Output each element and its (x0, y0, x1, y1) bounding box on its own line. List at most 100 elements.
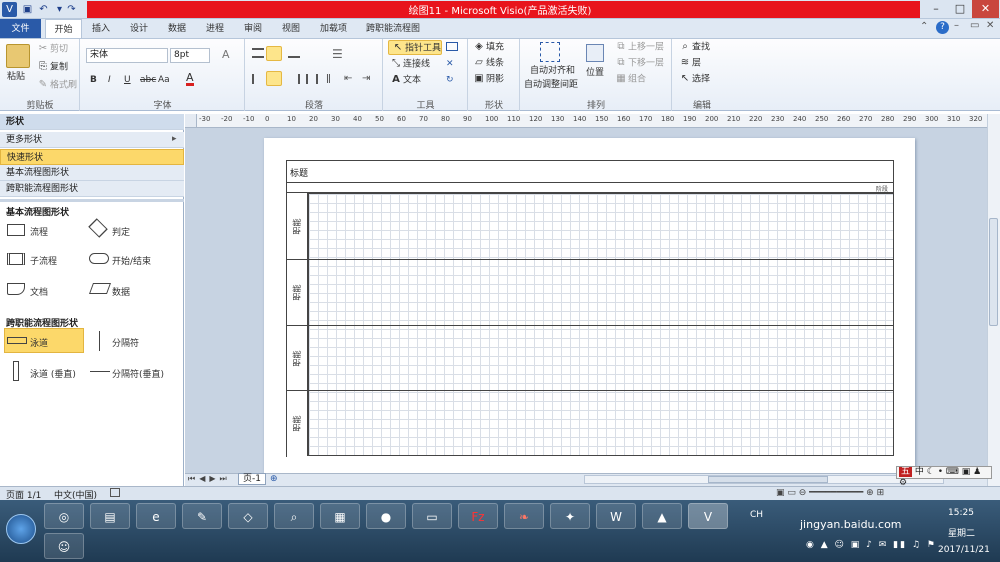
decision-shape-label[interactable]: 判定 (112, 225, 130, 238)
visio-taskbar-icon[interactable]: V (688, 503, 728, 529)
separator-shape-label[interactable]: 分隔符 (112, 336, 139, 349)
swimlane-vertical-shape-icon[interactable] (13, 361, 19, 381)
paste-label[interactable]: 粘贴 (7, 70, 25, 84)
maximize-button[interactable]: □ (948, 0, 972, 18)
strikethrough-button[interactable]: abc (140, 73, 156, 87)
connector-button[interactable]: ⤡ 连接线 (389, 57, 430, 72)
auto-space-label[interactable]: 自动调整间距 (524, 78, 578, 92)
decrease-indent-icon[interactable]: ⇤ (344, 72, 352, 86)
swimlane-shape-label[interactable]: 泳道 (30, 336, 48, 349)
zoom-controls[interactable]: ▣ ▭ ⊖ ━━━━━━━━━━ ⊕ ⊞ (776, 488, 988, 499)
tab-file[interactable]: 文件 (0, 19, 41, 39)
change-case-button[interactable]: Aa (158, 73, 170, 87)
lane-3-header[interactable]: 职能 (286, 325, 308, 390)
start-button[interactable] (6, 514, 36, 544)
find-button[interactable]: ⌕ 查找 (678, 40, 710, 55)
vertical-scroll-thumb[interactable] (989, 218, 998, 326)
horizontal-scroll-thumb[interactable] (708, 476, 828, 483)
grow-font-button[interactable]: A (222, 48, 230, 62)
align-top-icon[interactable] (252, 48, 264, 58)
clock-weekday[interactable]: 星期二 (948, 526, 975, 539)
quick-shapes-item[interactable]: 快速形状 (0, 149, 184, 165)
cross-functional-stencil[interactable]: 跨职能流程图形状 (0, 181, 184, 197)
taskbar-app-icon[interactable]: ✦ (550, 503, 590, 529)
search-tool-icon[interactable]: ⌕ (274, 503, 314, 529)
swimlane-shape-icon[interactable] (7, 337, 27, 344)
page-nav-icons[interactable]: ⏮◀▶⏭ (188, 474, 231, 484)
filezilla-icon[interactable]: Fz (458, 503, 498, 529)
text-tool-button[interactable]: A 文本 (389, 73, 421, 88)
bring-forward-button[interactable]: ⧉ 上移一层 (614, 40, 664, 55)
font-name-combo[interactable]: 宋体 (86, 48, 168, 63)
insert-page-icon[interactable]: ⊕ (270, 474, 278, 484)
remote-desktop-icon[interactable]: ▭ (412, 503, 452, 529)
format-painter-button[interactable]: ✎ 格式刷 (36, 78, 77, 93)
lane-2-header[interactable]: 职能 (286, 259, 308, 325)
pointer-tool-button[interactable]: ↖ 指针工具 (388, 40, 442, 55)
paint-icon[interactable]: ✎ (182, 503, 222, 529)
tab-design[interactable]: 设计 (122, 19, 156, 39)
bullets-icon[interactable]: ☰ (332, 47, 343, 61)
copy-button[interactable]: ⎘ 复制 (36, 60, 68, 75)
separator-shape-icon[interactable] (99, 331, 100, 351)
lane-1-header[interactable]: 职能 (286, 193, 308, 259)
taskbar-app-icon[interactable]: ☺ (44, 533, 84, 559)
macro-icon[interactable] (110, 488, 120, 497)
calculator-icon[interactable]: ▦ (320, 503, 360, 529)
shadow-button[interactable]: ▣ 阴影 (472, 72, 504, 87)
rectangle-tool-icon[interactable] (446, 42, 458, 51)
ribbon-minimize-icon[interactable]: ⌃ (920, 21, 928, 32)
position-label[interactable]: 位置 (586, 66, 604, 80)
select-button[interactable]: ↖ 选择 (678, 72, 710, 87)
separator-vertical-shape-label[interactable]: 分隔符(垂直) (112, 367, 164, 380)
internet-explorer-icon[interactable]: e (136, 503, 176, 529)
cut-button[interactable]: ✂ 剪切 (36, 42, 68, 57)
taskbar-app-icon[interactable]: ▲ (642, 503, 682, 529)
diagram-title[interactable]: 标题 (290, 166, 308, 179)
minimize-button[interactable]: – (924, 0, 948, 18)
tab-cross-functional[interactable]: 跨职能流程图 (358, 19, 428, 39)
firefox-icon[interactable]: ● (366, 503, 406, 529)
subprocess-shape-icon[interactable] (7, 253, 25, 265)
tab-insert[interactable]: 插入 (84, 19, 118, 39)
align-bottom-icon[interactable] (288, 48, 300, 58)
process-shape-icon[interactable] (7, 224, 25, 236)
fill-button[interactable]: ◈ 填充 (472, 40, 504, 55)
auto-align-icon[interactable] (540, 42, 560, 62)
layers-button[interactable]: ≋ 层 (678, 56, 701, 71)
phase-label[interactable]: 阶段 (876, 184, 888, 193)
font-size-combo[interactable]: 8pt (170, 48, 210, 63)
clock-date[interactable]: 2017/11/21 (938, 545, 990, 555)
bold-button[interactable]: B (90, 73, 97, 87)
tab-view[interactable]: 视图 (274, 19, 308, 39)
language-indicator[interactable]: CH (750, 510, 763, 520)
taskbar-app-icon[interactable]: ◇ (228, 503, 268, 529)
word-icon[interactable]: W (596, 503, 636, 529)
page-tab-1[interactable]: 页-1 (238, 473, 266, 485)
connection-point-icon[interactable]: ↻ (446, 73, 454, 87)
close-tool-icon[interactable]: ✕ (446, 57, 454, 71)
taskbar-app-icon[interactable]: ❧ (504, 503, 544, 529)
underline-button[interactable]: U (124, 73, 131, 87)
tab-addins[interactable]: 加载项 (312, 19, 355, 39)
auto-align-label[interactable]: 自动对齐和 (530, 64, 575, 78)
taskbar-app-icon[interactable]: ◎ (44, 503, 84, 529)
align-left-icon[interactable] (252, 74, 264, 84)
document-shape-label[interactable]: 文档 (30, 285, 48, 298)
text-direction-icon[interactable]: ǁ (326, 72, 331, 86)
increase-indent-icon[interactable]: ⇥ (362, 72, 370, 86)
italic-button[interactable]: I (108, 73, 111, 87)
align-center-icon[interactable] (266, 71, 282, 86)
more-shapes-item[interactable]: 更多形状 (0, 132, 184, 148)
font-color-button[interactable]: A (186, 72, 194, 86)
tab-data[interactable]: 数据 (160, 19, 194, 39)
justify-icon[interactable] (306, 74, 318, 84)
file-explorer-icon[interactable]: ▤ (90, 503, 130, 529)
position-icon[interactable] (586, 44, 604, 62)
doc-restore-button[interactable]: ▭ (970, 20, 979, 31)
tab-home[interactable]: 开始 (45, 19, 82, 39)
lane-4-header[interactable]: 职能 (286, 390, 308, 456)
help-icon[interactable]: ? (936, 21, 949, 34)
align-middle-icon[interactable] (266, 46, 282, 61)
diagram-title-box[interactable] (286, 160, 894, 183)
